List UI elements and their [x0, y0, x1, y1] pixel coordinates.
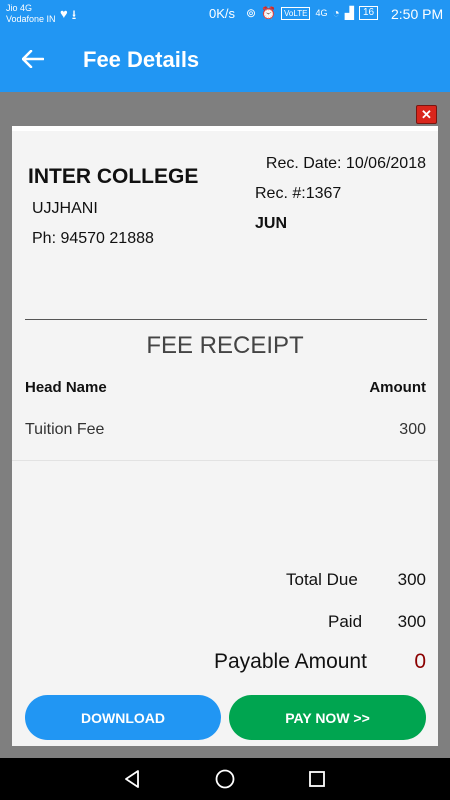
row-divider: [12, 460, 438, 461]
column-header-head-name: Head Name: [25, 379, 107, 396]
alarm-icon: ⏰: [261, 6, 277, 20]
payable-amount-value: 0: [414, 650, 426, 673]
page-title: Fee Details: [83, 47, 200, 72]
column-header-amount: Amount: [369, 379, 426, 396]
pay-now-button[interactable]: PAY NOW >>: [229, 695, 426, 740]
wifi-icon: ◔: [332, 6, 340, 20]
hotspot-icon: ⊚: [246, 6, 257, 20]
network-type: 4G: [315, 8, 328, 18]
college-name: INTER COLLEGE: [28, 165, 199, 188]
college-city: UJJHANI: [32, 200, 98, 217]
heart-rate-icon: ♥: [60, 6, 68, 21]
receipt-title: FEE RECEIPT: [146, 332, 304, 359]
carrier-line-1: Jio 4G: [6, 3, 33, 13]
arrow-left-icon: [22, 50, 44, 68]
navigation-bar: [0, 758, 450, 800]
nav-recent-button[interactable]: [305, 767, 329, 791]
divider: [25, 319, 427, 320]
notification-icons: ♥ ⭳: [60, 6, 76, 28]
close-button[interactable]: ✕: [416, 105, 437, 124]
total-due-label: Total Due: [286, 570, 358, 589]
paid-value: 300: [397, 612, 426, 631]
payable-amount-label: Payable Amount: [214, 650, 367, 673]
receipt-month: JUN: [255, 215, 288, 232]
system-icons: ⊚ ⏰ VoLTE 4G ◔ ▟ 16: [246, 6, 379, 20]
fee-receipt-dialog: INTER COLLEGE UJJHANI Ph: 94570 21888 Re…: [12, 126, 438, 746]
paid-label: Paid: [328, 612, 363, 631]
download-icon: ⭳: [71, 7, 77, 22]
back-button[interactable]: [18, 44, 48, 74]
carrier-line-2: Vodafone IN: [6, 14, 56, 24]
receipt-number: Rec. #:1367: [255, 185, 342, 202]
nav-home-button[interactable]: [213, 767, 237, 791]
receipt-date: Rec. Date: 10/06/2018: [265, 155, 426, 172]
signal-icon: ▟: [344, 6, 354, 20]
close-icon: ✕: [421, 106, 432, 122]
clock: 2:50 PM: [391, 6, 444, 22]
volte-badge: VoLTE: [281, 6, 311, 20]
carrier-info: Jio 4G Vodafone IN: [6, 3, 56, 25]
total-due-value: 300: [397, 570, 426, 589]
app-bar: Fee Details: [0, 28, 450, 92]
fee-amount: 300: [399, 421, 426, 438]
status-bar: Jio 4G Vodafone IN ♥ ⭳ 0K/s ⊚ ⏰ VoLTE 4G…: [0, 0, 450, 28]
battery-icon: 16: [358, 6, 379, 20]
college-phone: Ph: 94570 21888: [32, 230, 154, 247]
fee-head-name: Tuition Fee: [25, 421, 105, 438]
nav-home-icon: [215, 769, 235, 789]
nav-recent-icon: [309, 771, 325, 787]
nav-back-icon: [125, 770, 139, 788]
net-speed: 0K/s: [209, 6, 236, 21]
download-button[interactable]: DOWNLOAD: [25, 695, 221, 740]
nav-back-button[interactable]: [121, 767, 145, 791]
